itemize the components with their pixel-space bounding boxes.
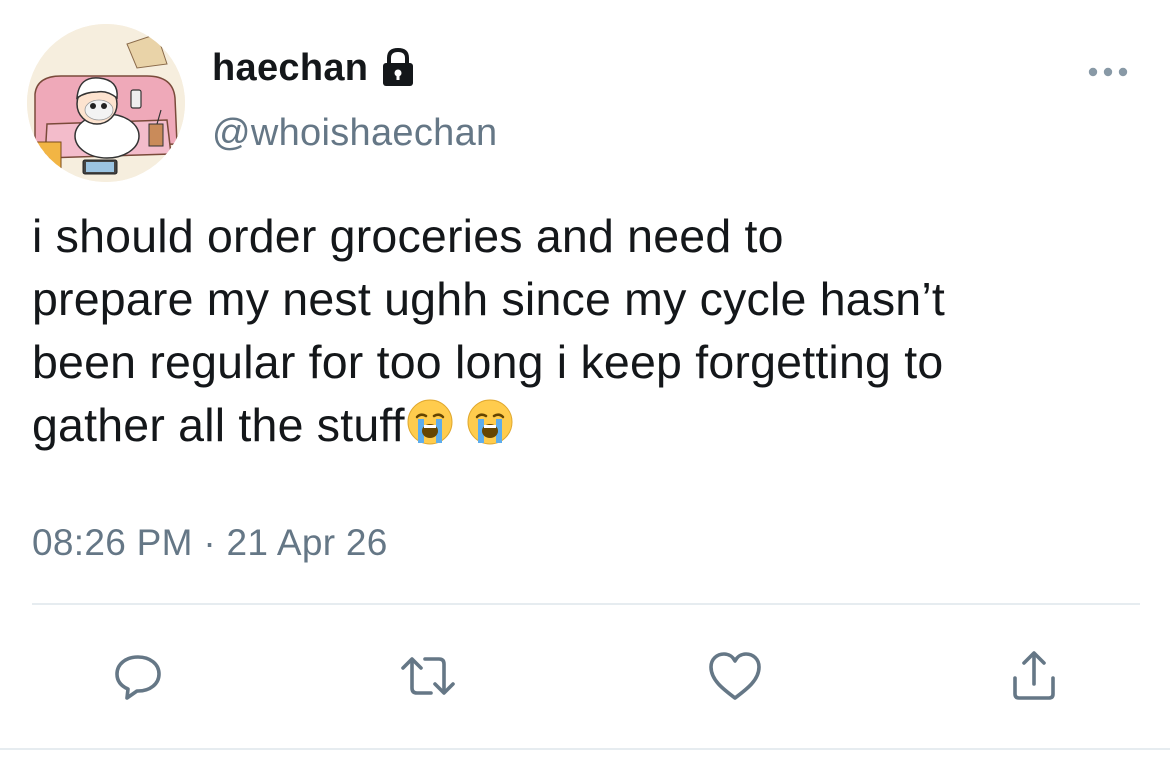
loudly-crying-face-icon [465,397,515,447]
heart-icon [709,652,761,700]
share-icon [1013,651,1055,700]
user-handle[interactable]: @whoishaechan [212,112,497,155]
display-name[interactable]: haechan [212,47,368,90]
avatar[interactable] [27,24,185,182]
tweet-text: i should order groceries and need to pre… [32,205,1162,457]
retweet-button[interactable] [398,646,458,706]
tweet-card: haechan @whoishaechan i should order gro… [0,0,1170,768]
divider [32,603,1140,605]
share-button[interactable] [1004,646,1064,706]
more-options-icon[interactable] [1085,62,1131,82]
reply-button[interactable] [108,646,168,706]
loudly-crying-face-icon [405,397,455,447]
reply-icon [115,655,161,700]
retweet-icon [401,657,455,695]
tweet-timestamp[interactable]: 08:26 PM · 21 Apr 26 [32,522,388,564]
like-button[interactable] [705,646,765,706]
display-name-row: haechan [212,44,418,92]
divider-bottom [0,748,1170,750]
emoji-group [405,397,525,447]
avatar-illustration [27,24,185,182]
lock-icon [378,46,418,90]
action-bar [0,646,1170,706]
